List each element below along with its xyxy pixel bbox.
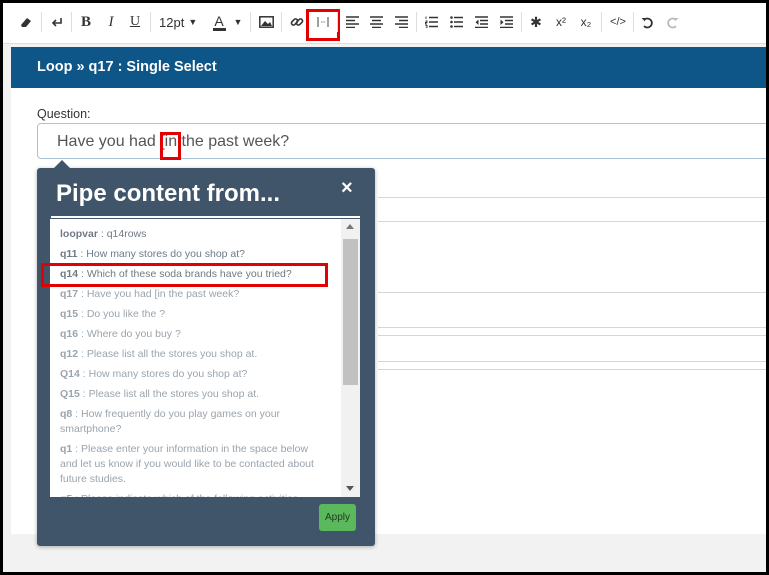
numbered-list-icon[interactable] xyxy=(423,11,439,33)
link-icon[interactable] xyxy=(288,11,306,33)
question-label: Question: xyxy=(37,107,91,121)
list-item-text: : Please list all the stores you shop at… xyxy=(79,388,260,400)
list-item-id: loopvar xyxy=(60,228,98,240)
list-item-text: : Do you like the ? xyxy=(78,308,166,320)
list-item-id: q17 xyxy=(60,288,79,300)
editor-toolbar: B I U 12pt ▼ A ▼ ✱ x² x₂ </> xyxy=(3,3,766,44)
list-item-id: q8 xyxy=(60,408,73,420)
background-field-line xyxy=(378,292,766,293)
list-item[interactable]: q5 : Please indicate which of the follow… xyxy=(60,492,325,497)
align-center-icon[interactable] xyxy=(368,11,384,33)
bullet-list-icon[interactable] xyxy=(448,11,464,33)
scrollbar-thumb[interactable] xyxy=(343,239,358,385)
pipe-button-highlight xyxy=(306,9,340,41)
eraser-icon[interactable] xyxy=(17,11,35,33)
list-item-text: : Where do you buy ? xyxy=(78,328,181,340)
superscript-icon[interactable]: x² xyxy=(552,11,570,33)
enter-icon[interactable] xyxy=(48,11,66,33)
indent-icon[interactable] xyxy=(498,11,514,33)
font-color-swatch xyxy=(212,27,226,31)
undo-icon[interactable] xyxy=(639,11,655,33)
background-field-line xyxy=(378,361,766,362)
close-icon[interactable]: × xyxy=(341,177,353,200)
toolbar-divider xyxy=(521,12,522,32)
toolbar-divider xyxy=(416,12,417,32)
scrollbar[interactable] xyxy=(341,219,360,497)
app-frame: B I U 12pt ▼ A ▼ ✱ x² x₂ </> Loop » q17 … xyxy=(3,3,766,572)
panel-header: Loop » q17 : Single Select xyxy=(11,47,766,88)
font-size-value: 12pt xyxy=(159,14,185,30)
toolbar-divider xyxy=(601,12,602,32)
apply-button[interactable]: Apply xyxy=(319,504,356,531)
list-item-id: Q15 xyxy=(60,388,80,400)
question-text-after: in the past week? xyxy=(164,133,290,150)
list-item-id: Q14 xyxy=(60,368,80,380)
redo-icon[interactable] xyxy=(664,11,680,33)
list-item-text: : How many stores do you shop at? xyxy=(77,248,246,260)
align-left-icon[interactable] xyxy=(344,11,360,33)
question-input[interactable]: Have you had [in the past week? xyxy=(37,123,766,159)
chevron-down-icon: ▼ xyxy=(188,17,198,27)
list-item[interactable]: Q15 : Please list all the stores you sho… xyxy=(60,387,325,402)
list-item[interactable]: q11 : How many stores do you shop at? xyxy=(60,247,325,262)
subscript-icon[interactable]: x₂ xyxy=(577,11,595,33)
list-item[interactable]: Q14 : How many stores do you shop at? xyxy=(60,367,325,382)
list-item-id: q16 xyxy=(60,328,79,340)
underline-icon[interactable]: U xyxy=(127,11,143,33)
popup-divider xyxy=(51,216,360,218)
list-item[interactable]: q15 : Do you like the ? xyxy=(60,307,325,322)
list-item-id: q12 xyxy=(60,348,79,360)
asterisk-icon[interactable]: ✱ xyxy=(528,11,544,33)
list-item[interactable]: q16 : Where do you buy ? xyxy=(60,327,325,342)
toolbar-divider xyxy=(337,12,338,32)
list-item-text: : Please enter your information in the s… xyxy=(60,443,314,485)
list-item[interactable]: q8 : How frequently do you play games on… xyxy=(60,407,325,437)
list-item[interactable]: loopvar : q14rows xyxy=(60,227,325,242)
cursor-highlight xyxy=(160,132,181,160)
question-text-before: Have you had xyxy=(57,133,161,150)
list-item-text: : q14rows xyxy=(97,228,147,240)
selected-item-highlight xyxy=(41,263,328,287)
list-item-text: : Have you had [in the past week? xyxy=(78,288,240,300)
background-field-line xyxy=(378,221,766,222)
background-field-line xyxy=(378,327,766,328)
list-item-id: q1 xyxy=(60,443,73,455)
italic-icon[interactable]: I xyxy=(103,11,119,33)
background-field-line xyxy=(378,369,766,370)
pipe-content-popup: Pipe content from... × loopvar : q14rows… xyxy=(37,160,375,546)
popup-caret xyxy=(54,160,70,168)
chevron-down-icon[interactable]: ▼ xyxy=(232,11,244,33)
list-item[interactable]: q17 : Have you had [in the past week? xyxy=(60,287,325,302)
list-item[interactable]: q12 : Please list all the stores you sho… xyxy=(60,347,325,362)
scroll-down-arrow-icon[interactable] xyxy=(346,486,354,491)
font-color-icon[interactable]: A xyxy=(212,11,226,33)
toolbar-divider xyxy=(281,12,282,32)
code-icon[interactable]: </> xyxy=(608,11,628,33)
outdent-icon[interactable] xyxy=(473,11,489,33)
toolbar-divider xyxy=(71,12,72,32)
popup-title: Pipe content from... xyxy=(56,180,281,207)
bold-icon[interactable]: B xyxy=(78,11,94,33)
page-title: Loop » q17 : Single Select xyxy=(37,59,217,75)
background-field-line xyxy=(378,335,766,336)
font-size-select[interactable]: 12pt ▼ xyxy=(159,11,205,33)
list-item-text: : How frequently do you play games on yo… xyxy=(60,408,281,435)
scroll-up-arrow-icon[interactable] xyxy=(346,224,354,229)
list-item-text: : How many stores do you shop at? xyxy=(79,368,248,380)
list-item-text: : Please list all the stores you shop at… xyxy=(78,348,258,360)
align-right-icon[interactable] xyxy=(393,11,409,33)
list-item-id: q15 xyxy=(60,308,79,320)
toolbar-divider xyxy=(150,12,151,32)
list-item-text: : Please indicate which of the following… xyxy=(72,493,298,497)
toolbar-divider xyxy=(250,12,251,32)
list-item[interactable]: q1 : Please enter your information in th… xyxy=(60,442,325,487)
pipe-source-list[interactable]: loopvar : q14rows q11 : How many stores d… xyxy=(50,219,360,497)
background-field-line xyxy=(378,197,766,198)
list-item-id: q5 xyxy=(60,493,72,497)
image-icon[interactable] xyxy=(257,11,275,33)
toolbar-divider xyxy=(41,12,42,32)
font-color-letter: A xyxy=(214,12,224,29)
list-item-id: q11 xyxy=(60,248,78,260)
toolbar-divider xyxy=(633,12,634,32)
